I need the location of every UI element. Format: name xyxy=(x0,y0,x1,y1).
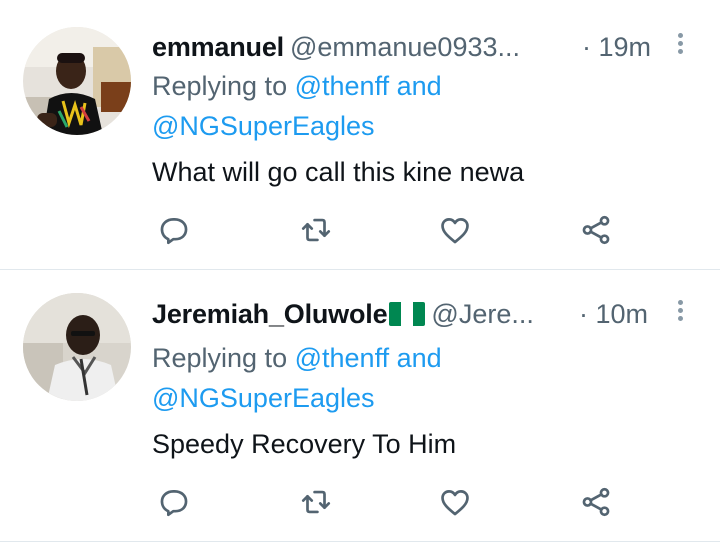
display-name[interactable]: Jeremiah_Oluwole xyxy=(152,299,388,329)
nigeria-flag-icon xyxy=(389,302,426,326)
reply-icon xyxy=(160,490,188,517)
reply-button[interactable] xyxy=(154,482,194,522)
mention-link[interactable]: @thenff xyxy=(295,343,389,373)
action-bar xyxy=(0,210,720,250)
mention-conjunction: and xyxy=(396,71,442,101)
timestamp[interactable]: · 10m xyxy=(579,294,648,334)
replying-prefix: Replying to xyxy=(152,71,288,101)
user-handle[interactable]: @emmanue0933... xyxy=(290,32,520,62)
reply-icon xyxy=(160,218,188,245)
replying-to: Replying to @thenff and @NGSuperEagles xyxy=(152,66,442,146)
tweet-text: What will go call this kine newa xyxy=(152,157,525,187)
mention-link[interactable]: @thenff xyxy=(295,71,389,101)
retweet-button[interactable] xyxy=(296,482,336,522)
timestamp[interactable]: · 19m xyxy=(582,27,651,67)
reply-button[interactable] xyxy=(154,210,194,250)
retweet-icon xyxy=(301,218,331,242)
display-name[interactable]: emmanuel xyxy=(152,32,284,62)
avatar[interactable] xyxy=(23,27,131,135)
share-icon xyxy=(582,215,610,245)
replying-to: Replying to @thenff and @NGSuperEagles xyxy=(152,338,442,418)
tweet-text: Speedy Recovery To Him xyxy=(152,429,457,459)
retweet-button[interactable] xyxy=(296,210,336,250)
share-button[interactable] xyxy=(576,210,616,250)
replying-prefix: Replying to xyxy=(152,343,288,373)
mention-link[interactable]: @NGSuperEagles xyxy=(152,383,375,413)
mention-link[interactable]: @NGSuperEagles xyxy=(152,111,375,141)
more-icon[interactable] xyxy=(672,30,688,60)
avatar[interactable] xyxy=(23,293,131,401)
tweet-header: Jeremiah_Oluwole @Jere... xyxy=(152,294,534,334)
share-button[interactable] xyxy=(576,482,616,522)
tweet-2[interactable]: Jeremiah_Oluwole @Jere... · 10m Replying … xyxy=(0,270,720,542)
user-handle[interactable]: @Jere... xyxy=(431,299,533,329)
like-button[interactable] xyxy=(435,210,475,250)
retweet-icon xyxy=(301,490,331,514)
like-button[interactable] xyxy=(435,482,475,522)
action-bar xyxy=(0,482,720,522)
more-icon[interactable] xyxy=(672,297,688,327)
tweet-1[interactable]: emmanuel @emmanue0933... · 19m Replying t… xyxy=(0,0,720,269)
mention-conjunction: and xyxy=(396,343,442,373)
share-icon xyxy=(582,487,610,517)
tweet-header: emmanuel @emmanue0933... xyxy=(152,27,520,67)
like-icon xyxy=(441,490,469,516)
like-icon xyxy=(441,218,469,244)
